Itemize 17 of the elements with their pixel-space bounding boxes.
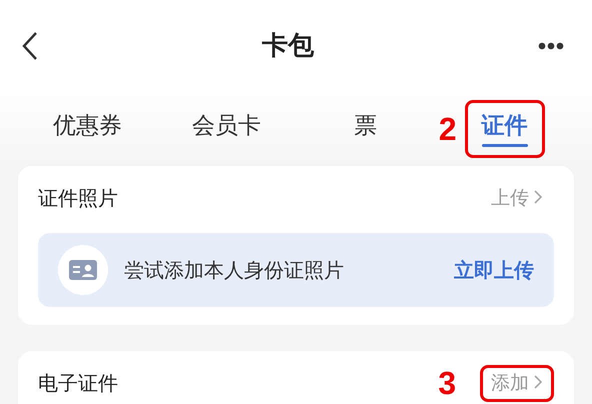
section-action-link[interactable]: 上传 [480,180,554,217]
tab[interactable]: 优惠券 [36,100,139,158]
callout-number: 2 [438,113,456,145]
section-action-link[interactable]: 添加 [480,364,554,402]
tab[interactable]: 票 [337,100,394,158]
section-title: 证件照片 [38,185,118,212]
callout-number: 3 [438,367,456,400]
back-icon[interactable] [22,31,38,62]
chevron-icon [533,374,543,390]
banner-text: 尝试添加本人身份证照片 [124,256,345,284]
tab[interactable]: 会员卡 [175,100,278,158]
chevron-icon [533,189,543,205]
page-title: 卡包 [262,30,314,62]
upload-now-link[interactable]: 立即上传 [454,254,534,285]
more-icon[interactable] [538,42,564,50]
section-title: 电子证件 [38,370,118,398]
tab[interactable]: 证件 [464,100,544,158]
